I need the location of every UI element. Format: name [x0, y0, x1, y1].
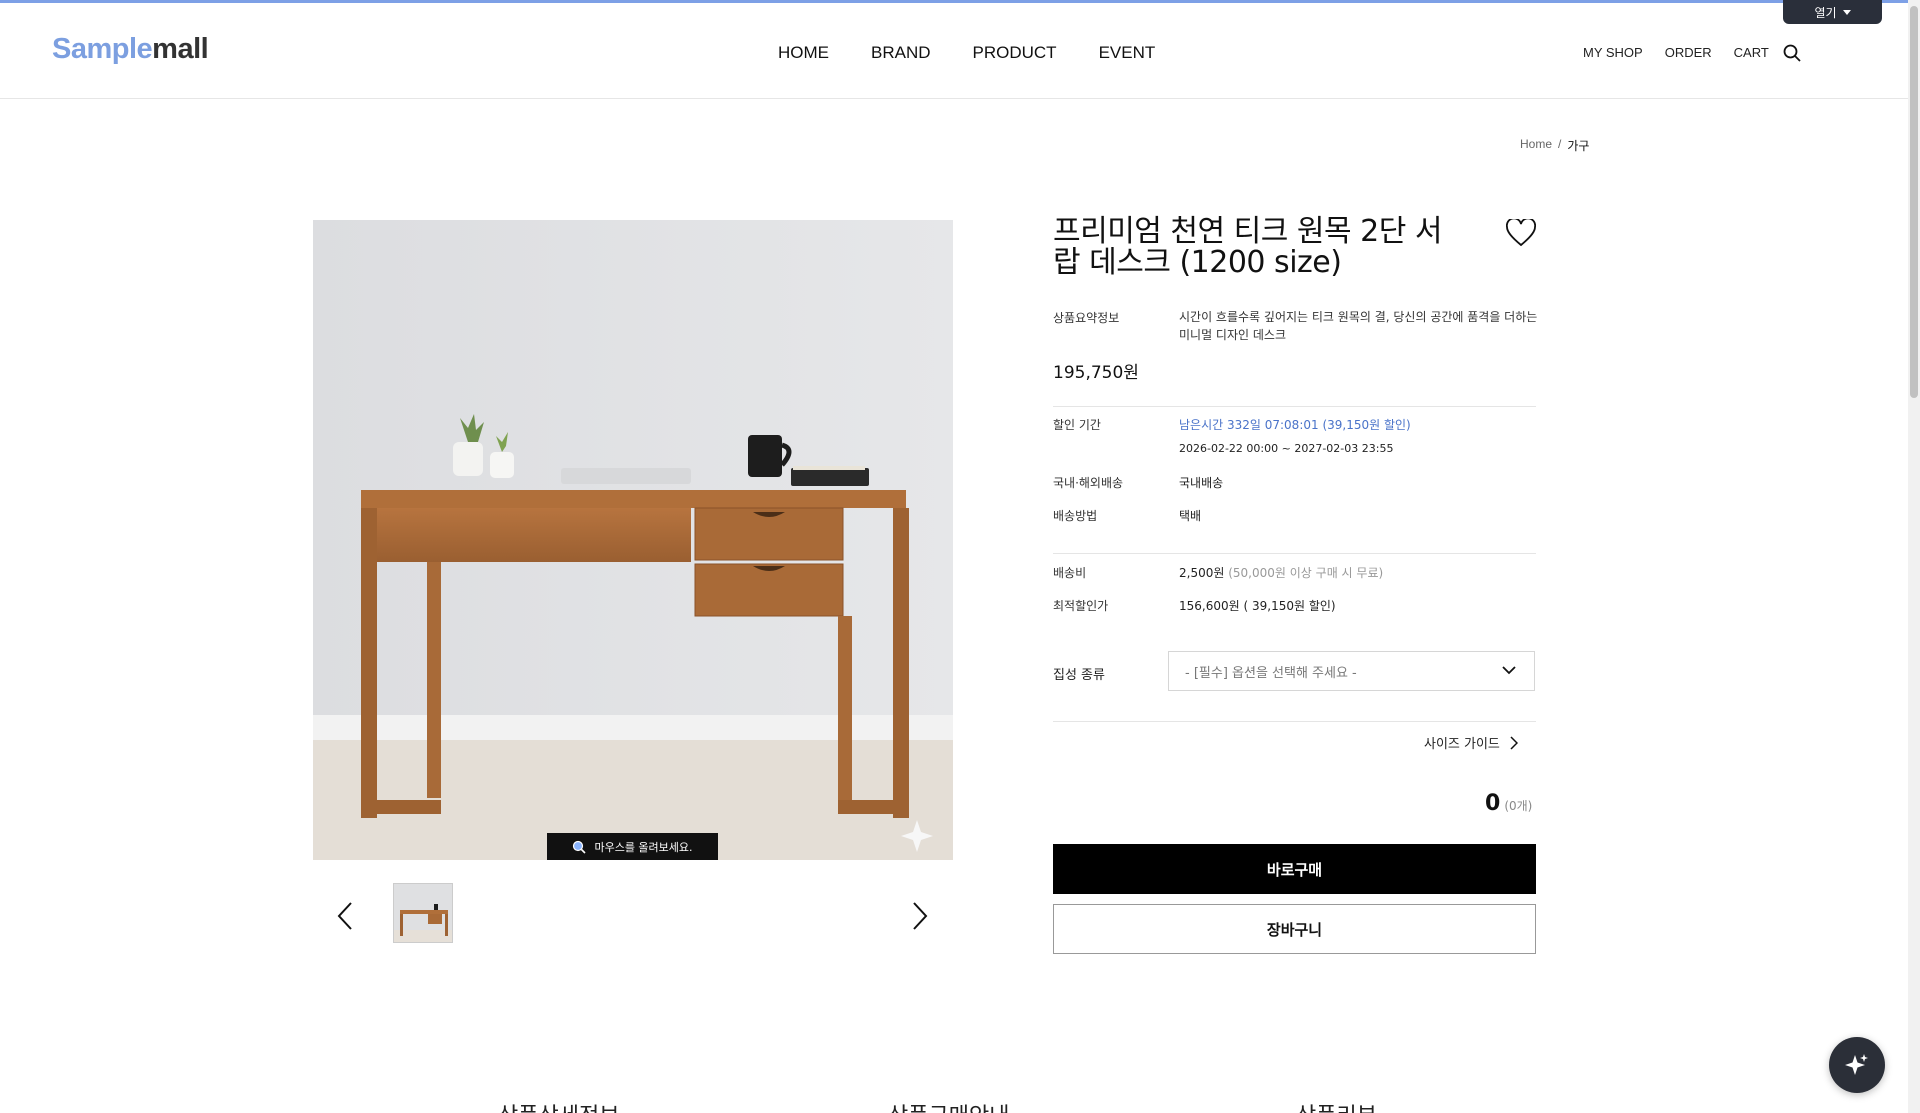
shipping-fee: 2,500원 (50,000원 이상 구매 시 무료): [1179, 564, 1383, 581]
product-main-image[interactable]: [313, 220, 953, 860]
chevron-down-icon: [1502, 666, 1516, 675]
option-select-value: - [필수] 옵션을 선택해 주세요 -: [1185, 665, 1357, 681]
breadcrumb: Home / 가구: [1520, 137, 1589, 154]
shipping-method-value: 택배: [1179, 509, 1202, 523]
discount-remaining: 남은시간 332일 07:08:01 (39,150원 할인): [1179, 418, 1411, 432]
total-price: 0 (0개): [1485, 791, 1532, 816]
chevron-right-icon: [1510, 735, 1518, 750]
shipping-scope-label: 국내·해외배송: [1053, 476, 1124, 490]
utility-nav: MY SHOP ORDER CART: [1583, 45, 1769, 60]
scrollbar-thumb[interactable]: [1910, 6, 1918, 398]
zoom-hint-text: 마우스를 올려보세요.: [594, 840, 693, 854]
size-guide-label: 사이즈 가이드: [1424, 737, 1500, 752]
product-price: 195,750원: [1053, 363, 1139, 383]
chevron-left-icon[interactable]: [336, 901, 356, 931]
page-scrollbar[interactable]: [1908, 0, 1920, 1113]
discount-label: 할인 기간: [1053, 418, 1101, 432]
shipping-fee-value: 2,500원: [1179, 566, 1225, 580]
tab-detail[interactable]: 상품상세정보: [498, 1098, 619, 1113]
sparkle-icon: [1845, 1054, 1868, 1075]
nav-brand[interactable]: BRAND: [871, 43, 931, 63]
logo-part-mall: mall: [152, 33, 209, 65]
option-select[interactable]: - [필수] 옵션을 선택해 주세요 -: [1168, 651, 1535, 691]
total-amount: 0: [1485, 791, 1501, 816]
shipping-scope-value: 국내배송: [1179, 476, 1224, 490]
size-guide-link[interactable]: 사이즈 가이드: [1424, 733, 1518, 752]
divider: [1053, 721, 1536, 722]
total-count: (0개): [1504, 799, 1533, 813]
breadcrumb-current[interactable]: 가구: [1567, 137, 1589, 154]
option-label: 집성 종류: [1053, 668, 1105, 683]
best-price: 156,600원 ( 39,150원 할인): [1179, 597, 1336, 614]
best-price-note: ( 39,150원 할인): [1243, 599, 1336, 613]
chevron-right-icon[interactable]: [909, 901, 929, 931]
detail-tabs: 상품상세정보 상품구매안내 상품리뷰: [0, 1098, 1908, 1113]
nav-event[interactable]: EVENT: [1099, 43, 1156, 63]
magnifier-icon: [573, 840, 587, 854]
main-nav: HOME BRAND PRODUCT EVENT: [778, 43, 1155, 63]
summary-label: 상품요약정보: [1053, 311, 1120, 325]
breadcrumb-separator: /: [1558, 137, 1562, 151]
summary-text: 시간이 흐를수록 깊어지는 티크 원목의 결, 당신의 공간에 품격을 더하는 …: [1179, 310, 1538, 342]
nav-my-shop[interactable]: MY SHOP: [1583, 45, 1643, 60]
shipping-fee-label: 배송비: [1053, 566, 1087, 580]
nav-home[interactable]: HOME: [778, 43, 829, 63]
breadcrumb-home[interactable]: Home: [1520, 137, 1552, 154]
tab-review[interactable]: 상품리뷰: [1296, 1098, 1377, 1113]
divider: [1053, 406, 1536, 407]
shipping-method-label: 배송방법: [1053, 509, 1098, 523]
product-thumbnail[interactable]: [393, 883, 453, 943]
heart-icon[interactable]: [1506, 219, 1536, 247]
site-header: Samplemall HOME BRAND PRODUCT EVENT MY S…: [0, 3, 1908, 99]
best-price-label: 최적할인가: [1053, 599, 1109, 613]
product-title: 프리미엄 천연 티크 원목 2단 서랍 데스크 (1200 size): [1053, 214, 1442, 280]
buy-now-button[interactable]: 바로구매: [1053, 844, 1536, 894]
site-logo[interactable]: Samplemall: [52, 33, 209, 66]
zoom-hint: 마우스를 올려보세요.: [547, 833, 718, 860]
search-icon[interactable]: [1782, 43, 1802, 63]
shipping-fee-note: (50,000원 이상 구매 시 무료): [1228, 566, 1384, 580]
divider: [1053, 553, 1536, 554]
ai-assistant-button[interactable]: [1829, 1037, 1885, 1093]
nav-order[interactable]: ORDER: [1665, 45, 1712, 60]
nav-product[interactable]: PRODUCT: [973, 43, 1057, 63]
logo-part-sample: Sample: [52, 33, 153, 65]
add-to-cart-button[interactable]: 장바구니: [1053, 904, 1536, 954]
nav-cart[interactable]: CART: [1734, 45, 1769, 60]
best-price-value: 156,600원: [1179, 599, 1240, 613]
tab-purchase-guide[interactable]: 상품구매안내: [888, 1098, 1009, 1113]
discount-period: 2026-02-22 00:00 ~ 2027-02-03 23:55: [1179, 442, 1394, 455]
